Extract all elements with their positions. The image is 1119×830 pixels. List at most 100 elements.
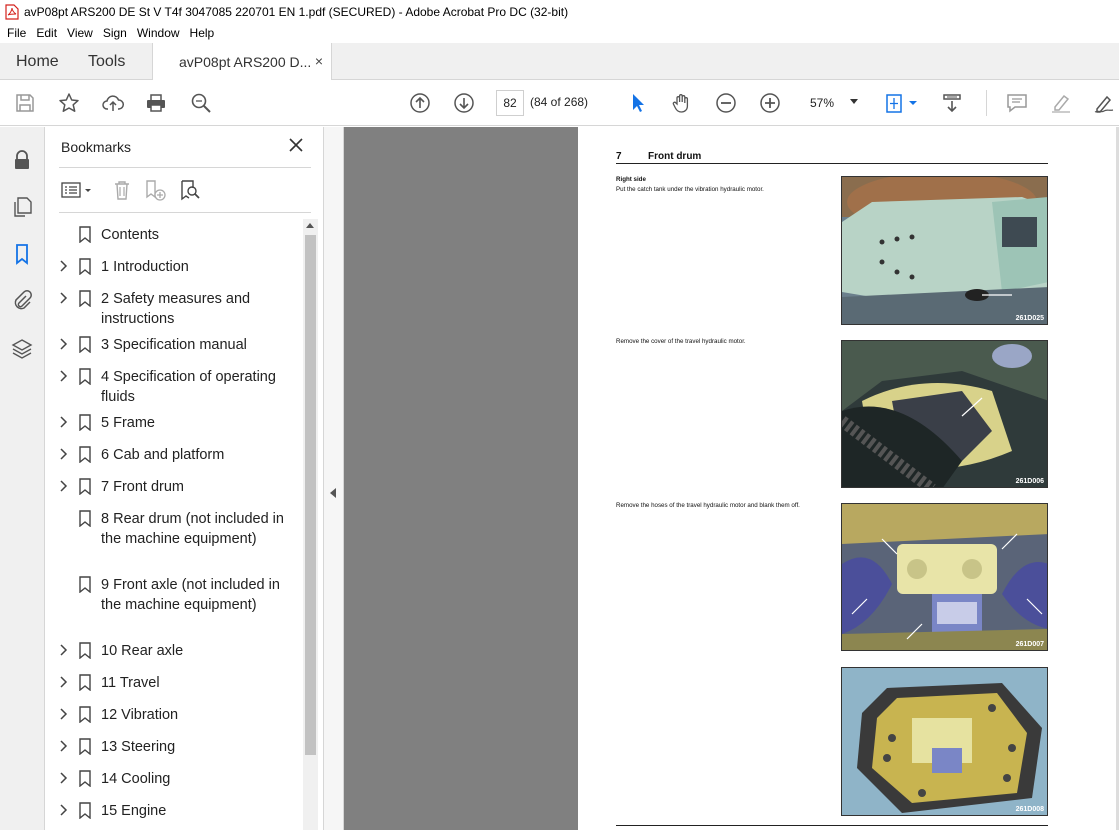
bookmark-label: 14 Cooling xyxy=(101,771,171,787)
menu-window[interactable]: Window xyxy=(132,26,185,40)
bookmark-label: 2 Safety measures and instructions xyxy=(101,291,251,327)
tab-document-label: avP08pt ARS200 D... xyxy=(179,54,312,70)
bookmarks-toolbar xyxy=(61,177,311,205)
photo-motor-hoses: 261D007 xyxy=(841,503,1048,651)
select-pointer-icon[interactable] xyxy=(626,91,650,115)
zoom-out-icon[interactable] xyxy=(714,91,738,115)
delete-bookmark-icon[interactable] xyxy=(111,179,133,201)
bookmark-label: 8 Rear drum (not included in the machine… xyxy=(101,511,284,547)
bookmark-label: 7 Front drum xyxy=(101,479,184,495)
bookmark-icon xyxy=(79,738,91,756)
menu-bar: File Edit View Sign Window Help xyxy=(0,23,1119,43)
chevron-right-icon[interactable] xyxy=(59,448,69,460)
bookmark-label: 15 Engine xyxy=(101,803,167,819)
bookmark-label: 12 Vibration xyxy=(101,707,179,723)
photo-motor-top: 261D008 xyxy=(841,667,1048,816)
lock-icon[interactable] xyxy=(10,148,34,172)
menu-file[interactable]: File xyxy=(2,26,31,40)
chevron-right-icon[interactable] xyxy=(59,416,69,428)
bookmark-label: 11 Travel xyxy=(101,675,160,691)
layers-icon[interactable] xyxy=(10,336,34,360)
page-count: (84 of 268) xyxy=(530,95,589,109)
bookmarks-scrollbar[interactable] xyxy=(303,219,318,830)
tab-tools[interactable]: Tools xyxy=(88,43,125,80)
chevron-right-icon[interactable] xyxy=(59,772,69,784)
footer-rule xyxy=(616,825,1048,826)
zoom-level-value: 57% xyxy=(810,96,835,110)
menu-help[interactable]: Help xyxy=(185,26,220,40)
window-title: avP08pt ARS200 DE St V T4f 3047085 22070… xyxy=(24,4,569,19)
document-view[interactable]: 7 Front drum Right side Put the catch ta… xyxy=(344,127,1119,830)
save-icon[interactable] xyxy=(13,91,37,115)
menu-view[interactable]: View xyxy=(62,26,98,40)
chevron-right-icon[interactable] xyxy=(59,292,69,304)
chevron-right-icon[interactable] xyxy=(59,370,69,382)
comment-icon[interactable] xyxy=(1005,91,1029,115)
new-bookmark-icon[interactable] xyxy=(144,179,166,201)
acrobat-pdf-icon xyxy=(5,3,19,20)
chevron-right-icon[interactable] xyxy=(59,480,69,492)
chevron-right-icon[interactable] xyxy=(59,708,69,720)
chevron-down-icon xyxy=(850,99,858,104)
section-title: Front drum xyxy=(648,151,702,162)
search-zoom-icon[interactable] xyxy=(189,91,213,115)
collapse-panel-icon[interactable] xyxy=(330,488,336,498)
find-bookmark-icon[interactable] xyxy=(179,179,201,201)
tab-document[interactable]: avP08pt ARS200 D... × xyxy=(152,43,332,81)
bookmark-label: 10 Rear axle xyxy=(101,643,184,659)
bookmark-label: 1 Introduction xyxy=(101,259,189,275)
instruction-text: Remove the cover of the travel hydraulic… xyxy=(616,338,746,345)
bookmark-options-icon[interactable] xyxy=(61,179,97,201)
scroll-mode-icon[interactable] xyxy=(940,91,964,115)
bookmark-icon xyxy=(79,414,91,432)
photo-code: 261D008 xyxy=(1015,806,1044,813)
scroll-up-icon[interactable] xyxy=(306,223,314,228)
menu-edit[interactable]: Edit xyxy=(31,26,62,40)
bookmark-icon xyxy=(79,576,91,594)
bookmark-icon xyxy=(79,446,91,464)
bookmark-icon xyxy=(79,290,91,308)
chevron-right-icon[interactable] xyxy=(59,338,69,350)
next-page-icon[interactable] xyxy=(452,91,476,115)
page-number-input[interactable]: 82 xyxy=(496,90,524,116)
bookmark-icon xyxy=(79,642,91,660)
chevron-right-icon[interactable] xyxy=(59,676,69,688)
chevron-right-icon[interactable] xyxy=(59,740,69,752)
photo-code: 261D025 xyxy=(1015,315,1044,322)
close-icon[interactable] xyxy=(288,137,304,153)
title-bar: avP08pt ARS200 DE St V T4f 3047085 22070… xyxy=(0,0,1119,23)
bookmark-label: 5 Frame xyxy=(101,415,155,431)
bookmark-icon xyxy=(79,258,91,276)
panel-divider xyxy=(59,167,311,168)
previous-page-icon[interactable] xyxy=(408,91,432,115)
panel-splitter[interactable] xyxy=(324,127,344,830)
chevron-right-icon[interactable] xyxy=(59,804,69,816)
subheading: Right side xyxy=(616,176,646,183)
sign-pen-icon[interactable] xyxy=(1092,91,1116,115)
highlight-pen-icon[interactable] xyxy=(1049,91,1073,115)
left-tool-rail xyxy=(0,127,45,830)
chevron-right-icon[interactable] xyxy=(59,644,69,656)
bookmark-icon xyxy=(79,770,91,788)
bookmark-label: 4 Specification of operating fluids xyxy=(101,369,276,405)
scrollbar-thumb[interactable] xyxy=(305,235,316,755)
hand-tool-icon[interactable] xyxy=(670,91,694,115)
print-icon[interactable] xyxy=(144,91,168,115)
menu-sign[interactable]: Sign xyxy=(98,26,132,40)
tab-close-icon[interactable]: × xyxy=(315,53,323,69)
star-icon[interactable] xyxy=(57,91,81,115)
bookmark-label: Contents xyxy=(101,227,160,243)
tab-home[interactable]: Home xyxy=(16,43,59,80)
bookmark-label: 9 Front axle (not included in the machin… xyxy=(101,577,280,613)
zoom-in-icon[interactable] xyxy=(758,91,782,115)
zoom-level-select[interactable]: 57% xyxy=(800,90,864,116)
page-thumbnails-icon[interactable] xyxy=(10,195,34,219)
attachment-paperclip-icon[interactable] xyxy=(10,288,34,312)
bookmark-panel-icon[interactable] xyxy=(10,242,34,266)
fit-page-icon[interactable] xyxy=(884,91,920,115)
photo-drum-right-side: 261D025 xyxy=(841,176,1048,325)
upload-cloud-icon[interactable] xyxy=(101,91,125,115)
chevron-right-icon[interactable] xyxy=(59,260,69,272)
bookmark-icon xyxy=(79,226,91,244)
photo-motor-cover: 261D006 xyxy=(841,340,1048,488)
